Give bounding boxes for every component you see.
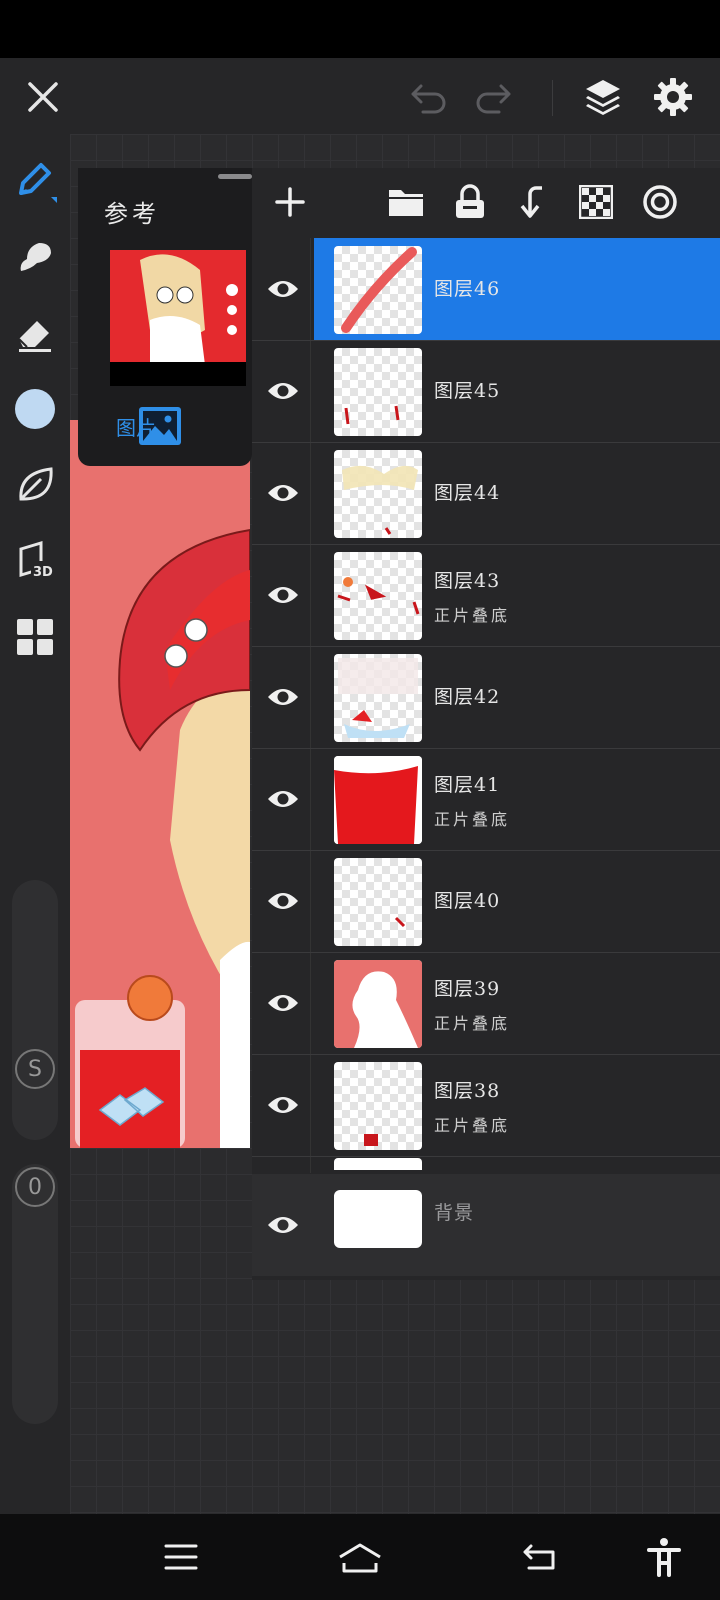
- layer-blend-mode: 正片叠底: [434, 1116, 511, 1135]
- reference-drag-handle[interactable]: [218, 174, 252, 179]
- leaf-icon[interactable]: [8, 458, 62, 512]
- eye-icon[interactable]: [262, 880, 304, 922]
- layer-thumbnail: [334, 348, 422, 436]
- layer-name: 图层38: [434, 1080, 501, 1102]
- layer-thumbnail: [334, 246, 422, 334]
- layer-name: 图层46: [434, 278, 501, 300]
- status-bar: [0, 0, 720, 58]
- size-label: S: [15, 1049, 55, 1089]
- reference-image[interactable]: [110, 250, 246, 386]
- reference-image-label[interactable]: 图片: [116, 412, 156, 441]
- layer-thumbnail: [334, 960, 422, 1048]
- reference-title: 参考: [104, 200, 160, 228]
- checker-icon[interactable]: [570, 176, 622, 228]
- eye-icon[interactable]: [262, 1084, 304, 1126]
- merge-down-icon[interactable]: [508, 176, 560, 228]
- layer-thumbnail: [334, 756, 422, 844]
- brush-icon[interactable]: [8, 154, 62, 208]
- layer-name: 图层42: [434, 686, 501, 708]
- color-swatch[interactable]: [8, 382, 62, 436]
- divider: [552, 80, 553, 116]
- opacity-icon[interactable]: 0: [12, 1164, 58, 1210]
- gear-icon[interactable]: [646, 70, 700, 124]
- background-thumbnail: [334, 1190, 422, 1248]
- background-layer-name: 背景: [434, 1202, 475, 1224]
- layer-blend-mode: 正片叠底: [434, 810, 511, 829]
- layer-row[interactable]: 图层41 正片叠底: [252, 748, 720, 851]
- brush-size-slider[interactable]: [12, 880, 58, 1140]
- layer-row[interactable]: 图层39 正片叠底: [252, 952, 720, 1055]
- layer-thumbnail: [334, 654, 422, 742]
- layers-icon[interactable]: [576, 70, 630, 124]
- smudge-icon[interactable]: [8, 230, 62, 284]
- redo-icon[interactable]: [468, 72, 518, 122]
- canvas-artwork[interactable]: [70, 420, 250, 1148]
- layer-row[interactable]: 图层46: [252, 238, 720, 341]
- eye-icon[interactable]: [262, 574, 304, 616]
- top-toolbar: [0, 58, 720, 134]
- undo-icon[interactable]: [404, 72, 454, 122]
- menu-icon[interactable]: [154, 1532, 208, 1582]
- layer-thumbnail: [334, 858, 422, 946]
- layer-name: 图层39: [434, 978, 501, 1000]
- layers-panel: 图层46 图层45 图层44 图层43 正片叠底 图层42 图层41 正片叠底: [252, 168, 720, 1280]
- eraser-icon[interactable]: [8, 306, 62, 360]
- layer-thumbnail: [334, 1062, 422, 1150]
- layer-row[interactable]: 图层45: [252, 340, 720, 443]
- eye-icon[interactable]: [262, 472, 304, 514]
- lock-icon[interactable]: [444, 176, 496, 228]
- background-layer-row[interactable]: 背景: [252, 1174, 720, 1276]
- eye-icon[interactable]: [262, 676, 304, 718]
- accessibility-icon[interactable]: [638, 1530, 690, 1584]
- layer-row[interactable]: 图层42: [252, 646, 720, 749]
- layer-thumbnail: [334, 552, 422, 640]
- layer-blend-mode: 正片叠底: [434, 606, 511, 625]
- layer-row[interactable]: 图层44: [252, 442, 720, 545]
- opacity-label: 0: [15, 1167, 55, 1207]
- eye-icon[interactable]: [262, 1204, 304, 1246]
- layer-blend-mode: 正片叠底: [434, 1014, 511, 1033]
- layer-row[interactable]: 图层40: [252, 850, 720, 953]
- eye-icon[interactable]: [262, 268, 304, 310]
- svg-text:3D: 3D: [33, 565, 53, 580]
- left-toolbar: 3D S 0: [0, 134, 70, 1514]
- layer-row[interactable]: 图层38 正片叠底: [252, 1054, 720, 1157]
- grid-icon[interactable]: [8, 610, 62, 664]
- color-circle: [15, 389, 55, 429]
- 3d-icon[interactable]: 3D: [8, 534, 62, 588]
- size-s-icon[interactable]: S: [12, 1046, 58, 1092]
- layer-toolbar: [252, 168, 720, 238]
- target-icon[interactable]: [634, 176, 686, 228]
- eye-icon[interactable]: [262, 982, 304, 1024]
- layer-name: 图层43: [434, 570, 501, 592]
- layer-name: 图层40: [434, 890, 501, 912]
- layer-thumbnail: [334, 450, 422, 538]
- layer-thumbnail-partial: [334, 1158, 422, 1170]
- layer-name: 图层45: [434, 380, 501, 402]
- close-icon[interactable]: [18, 72, 68, 122]
- layer-row[interactable]: 图层43 正片叠底: [252, 544, 720, 647]
- add-layer-icon[interactable]: [264, 176, 316, 228]
- home-icon[interactable]: [330, 1532, 390, 1582]
- layer-name: 图层44: [434, 482, 501, 504]
- system-nav-bar: [0, 1514, 720, 1600]
- folder-icon[interactable]: [380, 176, 432, 228]
- eye-icon[interactable]: [262, 370, 304, 412]
- layer-name: 图层41: [434, 774, 501, 796]
- eye-icon[interactable]: [262, 778, 304, 820]
- back-icon[interactable]: [512, 1532, 566, 1582]
